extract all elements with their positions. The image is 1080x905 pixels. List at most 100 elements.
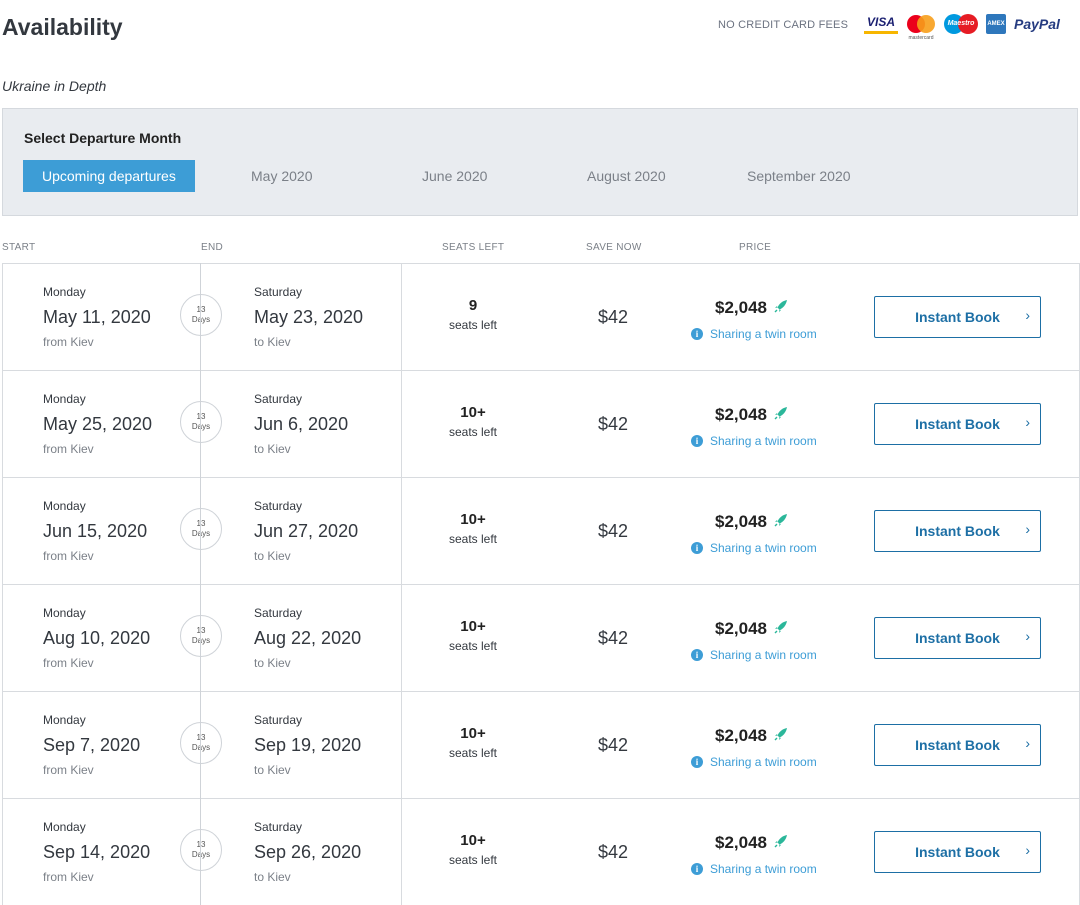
- departures-list: Monday May 11, 2020 from Kiev 13Days Saturda…: [2, 263, 1080, 905]
- price: $2,048: [715, 512, 789, 533]
- end-date: Aug 22, 2020: [254, 628, 362, 648]
- end-date: Jun 6, 2020: [254, 414, 349, 434]
- seats-count: 10+: [460, 832, 486, 849]
- room-type: i Sharing a twin room: [691, 755, 817, 769]
- maestro-logo: Maestro: [944, 13, 978, 35]
- departure-row: Monday Aug 10, 2020 from Kiev 13Days Saturda…: [2, 584, 1080, 691]
- start-location: from Kiev: [43, 763, 94, 777]
- row-divider: [401, 799, 402, 905]
- instant-book-button[interactable]: Instant Book ›: [874, 403, 1041, 445]
- start-date: Sep 7, 2020: [43, 735, 141, 755]
- start-date: Sep 14, 2020: [43, 842, 151, 862]
- start-date: May 25, 2020: [43, 414, 153, 434]
- rocket-icon: [773, 833, 789, 854]
- tab-may-2020[interactable]: May 2020: [251, 160, 312, 192]
- price-value: $2,048: [715, 726, 767, 745]
- price-value: $2,048: [715, 405, 767, 424]
- column-price: PRICE: [739, 242, 772, 253]
- end-location: to Kiev: [254, 549, 291, 563]
- room-type: i Sharing a twin room: [691, 327, 817, 341]
- start-day: Monday: [43, 820, 86, 834]
- end-location: to Kiev: [254, 442, 291, 456]
- page-title: Availability: [2, 14, 123, 40]
- seats-count: 10+: [460, 618, 486, 635]
- end-day: Saturday: [254, 499, 303, 513]
- price-value: $2,048: [715, 833, 767, 852]
- column-save-now: SAVE NOW: [586, 242, 642, 253]
- chevron-right-icon: ›: [1025, 842, 1030, 858]
- info-icon[interactable]: i: [691, 328, 703, 340]
- chevron-right-icon: ›: [1025, 735, 1030, 751]
- end-day: Saturday: [254, 285, 303, 299]
- instant-book-button[interactable]: Instant Book ›: [874, 831, 1041, 873]
- price: $2,048: [715, 298, 789, 319]
- month-selector-label: Select Departure Month: [24, 130, 182, 146]
- info-icon[interactable]: i: [691, 756, 703, 768]
- column-start: START: [2, 242, 36, 253]
- duration-badge: 13Days: [180, 294, 222, 336]
- tab-upcoming-departures[interactable]: Upcoming departures: [23, 160, 195, 192]
- room-type-label: Sharing a twin room: [710, 755, 817, 769]
- instant-book-label: Instant Book: [915, 416, 1000, 432]
- rocket-icon: [773, 512, 789, 533]
- end-date: Jun 27, 2020: [254, 521, 359, 541]
- instant-book-label: Instant Book: [915, 737, 1000, 753]
- start-location: from Kiev: [43, 442, 94, 456]
- save-amount: $42: [597, 414, 629, 434]
- instant-book-label: Instant Book: [915, 844, 1000, 860]
- rocket-icon: [773, 298, 789, 319]
- save-amount: $42: [597, 628, 629, 648]
- seats-count: 9: [468, 297, 478, 314]
- start-day: Monday: [43, 606, 86, 620]
- duration-badge: 13Days: [180, 829, 222, 871]
- start-location: from Kiev: [43, 549, 94, 563]
- seats-label: seats left: [448, 318, 498, 332]
- seats-left: 10+ seats left: [423, 404, 523, 439]
- instant-book-button[interactable]: Instant Book ›: [874, 724, 1041, 766]
- instant-book-button[interactable]: Instant Book ›: [874, 617, 1041, 659]
- info-icon[interactable]: i: [691, 649, 703, 661]
- timeline-line: [200, 263, 201, 905]
- save-amount: $42: [597, 735, 629, 755]
- tab-june-2020[interactable]: June 2020: [422, 160, 487, 192]
- chevron-right-icon: ›: [1025, 521, 1030, 537]
- chevron-right-icon: ›: [1025, 628, 1030, 644]
- info-icon[interactable]: i: [691, 863, 703, 875]
- price-value: $2,048: [715, 298, 767, 317]
- departure-row: Monday Sep 7, 2020 from Kiev 13Days Saturday…: [2, 691, 1080, 798]
- chevron-right-icon: ›: [1025, 414, 1030, 430]
- tour-name: Ukraine in Depth: [2, 78, 107, 94]
- seats-label: seats left: [448, 639, 498, 653]
- instant-book-button[interactable]: Instant Book ›: [874, 296, 1041, 338]
- end-day: Saturday: [254, 606, 303, 620]
- duration-badge: 13Days: [180, 508, 222, 550]
- departure-row: Monday May 11, 2020 from Kiev 13Days Saturda…: [2, 263, 1080, 370]
- payment-logos: VISA mastercard Maestro AMEX PayPal: [864, 13, 1060, 41]
- seats-count: 10+: [460, 725, 486, 742]
- end-location: to Kiev: [254, 763, 291, 777]
- column-seats-left: SEATS LEFT: [442, 242, 505, 253]
- seats-count: 10+: [460, 511, 486, 528]
- room-type-label: Sharing a twin room: [710, 434, 817, 448]
- start-date: Jun 15, 2020: [43, 521, 148, 541]
- seats-label: seats left: [448, 853, 498, 867]
- seats-left: 10+ seats left: [423, 832, 523, 867]
- departure-row: Monday Sep 14, 2020 from Kiev 13Days Saturda…: [2, 798, 1080, 905]
- end-date: Sep 26, 2020: [254, 842, 362, 862]
- no-fees-note: NO CREDIT CARD FEES: [718, 19, 849, 31]
- tab-august-2020[interactable]: August 2020: [587, 160, 666, 192]
- room-type: i Sharing a twin room: [691, 648, 817, 662]
- info-icon[interactable]: i: [691, 542, 703, 554]
- room-type-label: Sharing a twin room: [710, 862, 817, 876]
- instant-book-label: Instant Book: [915, 523, 1000, 539]
- end-location: to Kiev: [254, 335, 291, 349]
- tab-september-2020[interactable]: September 2020: [747, 160, 851, 192]
- seats-label: seats left: [448, 532, 498, 546]
- info-icon[interactable]: i: [691, 435, 703, 447]
- price: $2,048: [715, 726, 789, 747]
- start-day: Monday: [43, 285, 86, 299]
- end-date: May 23, 2020: [254, 307, 364, 327]
- column-end: END: [201, 242, 224, 253]
- end-day: Saturday: [254, 820, 303, 834]
- instant-book-button[interactable]: Instant Book ›: [874, 510, 1041, 552]
